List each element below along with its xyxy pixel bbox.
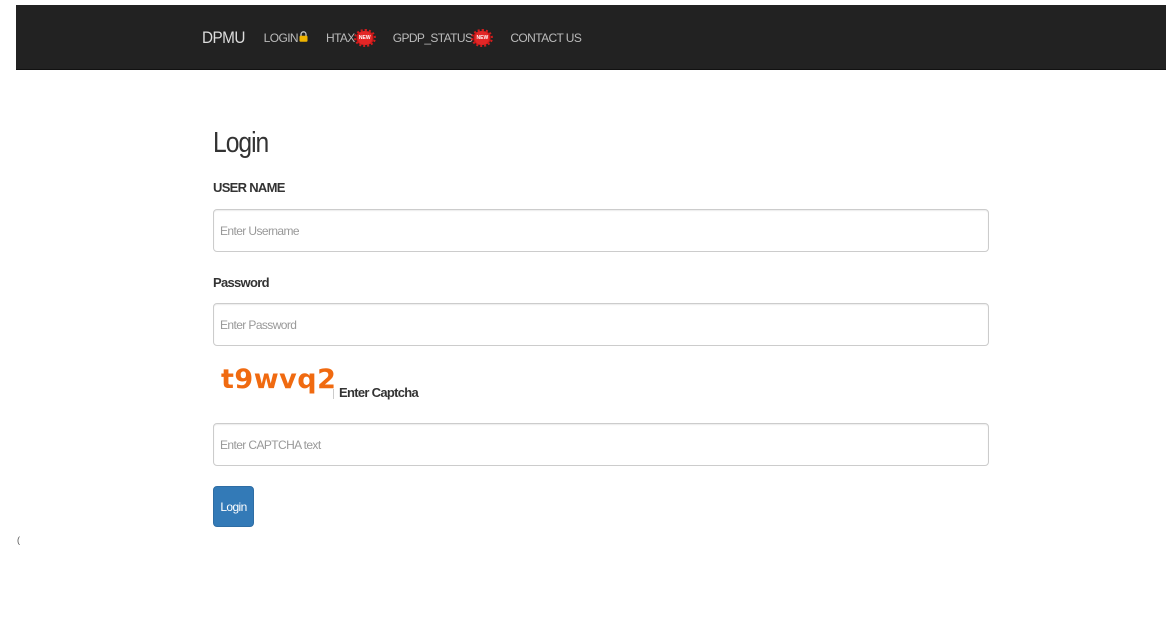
nav-item-htax[interactable]: HTAX NEW [326,28,376,47]
nav-links: DPMU LOGIN HTAX NEW GPDP_STATUS NEW CONT… [202,5,599,70]
captcha-divider [333,389,334,399]
top-navbar: DPMU LOGIN HTAX NEW GPDP_STATUS NEW CONT… [16,5,1166,70]
captcha-input[interactable] [213,423,989,466]
lock-icon [299,31,308,42]
nav-item-htax-label: HTAX [326,30,355,45]
nav-item-gpdp-status[interactable]: GPDP_STATUS NEW [392,28,494,47]
username-label: USER NAME [213,180,285,195]
nav-item-contact-us[interactable]: CONTACT US [510,30,582,45]
brand-link[interactable]: DPMU [202,28,245,48]
stray-mark: ( [17,535,20,545]
nav-item-login[interactable]: LOGIN [264,31,308,45]
username-input[interactable] [213,209,989,252]
nav-item-contact-us-label: CONTACT US [510,30,582,45]
new-badge-icon: NEW [353,28,376,47]
login-button[interactable]: Login [213,486,254,527]
nav-item-login-label: LOGIN [263,30,299,45]
nav-item-gpdp-status-label: GPDP_STATUS [392,30,473,45]
page-title: Login [213,127,269,159]
new-badge-icon: NEW [471,28,494,47]
captcha-image: t9wvq2 [221,364,337,395]
password-label: Password [213,275,270,290]
captcha-label: Enter Captcha [339,385,419,400]
password-input[interactable] [213,303,989,346]
